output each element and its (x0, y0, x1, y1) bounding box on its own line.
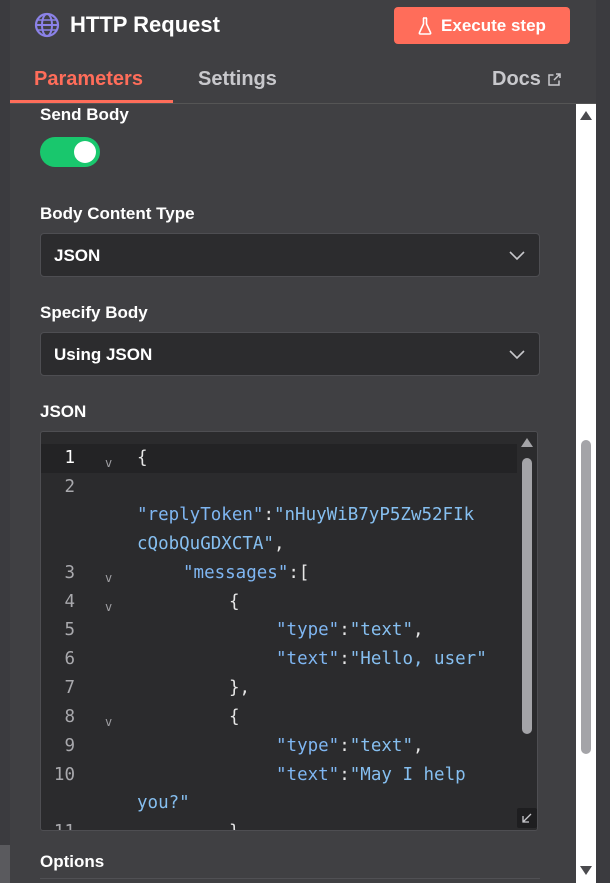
json-code-editor[interactable]: 1 2 3 4 5 6 7 8 9 10 11 v v v v { "reply… (40, 431, 538, 831)
code-line-6: "text":"Hello, user" (276, 649, 487, 669)
scroll-up-arrow-icon[interactable] (579, 110, 593, 122)
active-tab-indicator (10, 100, 173, 103)
code-line-4: { (229, 592, 240, 612)
editor-scrollbar[interactable] (517, 432, 537, 830)
docs-label: Docs (492, 68, 541, 90)
execute-step-label: Execute step (441, 15, 546, 35)
body-content-type-value: JSON (54, 246, 101, 265)
body-content-type-select[interactable]: JSON (40, 233, 540, 277)
panel-scrollbar[interactable] (576, 104, 596, 883)
execute-step-button[interactable]: Execute step (394, 7, 570, 44)
code-line-9: "type":"text", (276, 736, 424, 756)
fold-chevron-icon[interactable]: v (105, 456, 112, 470)
line-number: 10 (53, 765, 75, 785)
scroll-up-arrow-icon[interactable] (520, 437, 534, 449)
line-number: 9 (64, 736, 75, 756)
code-line-5: "type":"text", (276, 620, 424, 640)
node-panel: HTTP Request Execute step Parameters Set… (10, 0, 596, 883)
tab-settings[interactable]: Settings (198, 68, 277, 91)
panel-scroll-thumb[interactable] (581, 440, 591, 754)
json-label: JSON (40, 402, 87, 421)
send-body-label: Send Body (40, 105, 129, 124)
tab-parameters[interactable]: Parameters (34, 68, 143, 91)
code-line-7: }, (229, 678, 251, 698)
editor-scroll-thumb[interactable] (522, 458, 532, 734)
toggle-knob (74, 141, 96, 163)
fold-chevron-icon[interactable]: v (105, 600, 112, 614)
code-line-10a: "text":"May I help (276, 765, 466, 785)
code-line-3: "messages":[ (183, 563, 310, 583)
resize-handle-icon[interactable] (517, 808, 537, 828)
fold-chevron-icon[interactable]: v (105, 571, 112, 585)
node-title: HTTP Request (70, 12, 220, 37)
options-label: Options (40, 852, 105, 871)
code-line-11: } (229, 822, 240, 830)
title-row: HTTP Request (34, 10, 220, 40)
line-number: 11 (41, 822, 75, 830)
send-body-toggle[interactable] (40, 137, 100, 167)
chevron-down-icon (509, 251, 525, 261)
active-line-highlight (41, 444, 517, 473)
flask-icon (418, 16, 432, 35)
scroll-down-arrow-icon[interactable] (579, 864, 593, 876)
line-number: 8 (64, 707, 75, 727)
parameters-content: Send Body Body Content Type JSON Specify… (10, 104, 596, 883)
line-number: 7 (64, 678, 75, 698)
external-link-icon (548, 73, 561, 86)
panel-header: HTTP Request Execute step Parameters Set… (10, 0, 596, 104)
fold-chevron-icon[interactable]: v (105, 715, 112, 729)
options-divider (40, 878, 540, 879)
specify-body-select[interactable]: Using JSON (40, 332, 540, 376)
code-line-8: { (229, 707, 240, 727)
line-number: 6 (64, 649, 75, 669)
line-number: 1 (64, 448, 75, 468)
tab-docs[interactable]: Docs (492, 68, 562, 91)
code-line-2b: cQobQuGDXCTA", (137, 534, 285, 554)
line-number: 5 (64, 620, 75, 640)
code-line-10b: you?" (137, 793, 190, 813)
body-content-type-label: Body Content Type (40, 204, 195, 223)
globe-icon (34, 12, 60, 38)
line-number: 2 (64, 477, 75, 497)
code-line-1: { (137, 448, 148, 468)
background-edge (0, 845, 10, 883)
specify-body-value: Using JSON (54, 345, 153, 364)
code-line-2a: "replyToken":"nHuyWiB7yP5Zw52FIk (137, 505, 475, 525)
specify-body-label: Specify Body (40, 303, 148, 322)
line-number: 4 (64, 592, 75, 612)
chevron-down-icon (509, 350, 525, 360)
line-number: 3 (64, 563, 75, 583)
